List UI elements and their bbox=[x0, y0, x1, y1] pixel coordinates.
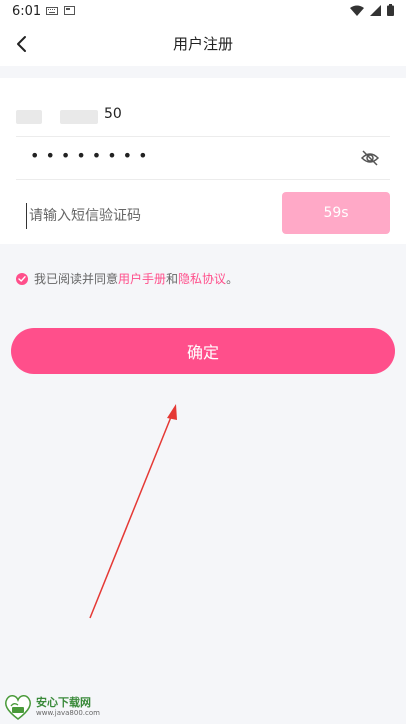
watermark-url: www.java800.com bbox=[36, 708, 100, 717]
redaction-block bbox=[16, 110, 42, 124]
signal-icon bbox=[370, 4, 381, 16]
registration-form: 50 •••••••• 59s bbox=[0, 78, 406, 244]
phone-field[interactable]: 50 bbox=[16, 94, 390, 137]
privacy-policy-link[interactable]: 隐私协议 bbox=[178, 270, 226, 287]
screenshot-icon bbox=[64, 6, 75, 15]
phone-redaction bbox=[16, 110, 116, 126]
watermark-title: 安心下载网 bbox=[36, 695, 91, 709]
status-bar: 6:01 bbox=[0, 0, 406, 22]
resend-countdown-button[interactable]: 59s bbox=[282, 192, 390, 234]
redaction-block bbox=[60, 110, 98, 124]
keyboard-icon bbox=[46, 6, 58, 15]
phone-value: 50 bbox=[104, 106, 122, 122]
watermark: 安心下载网 www.java800.com bbox=[4, 694, 100, 720]
watermark-logo bbox=[4, 694, 32, 720]
agreement-row: 我已阅读并同意 用户手册 和 隐私协议 。 bbox=[16, 270, 238, 287]
user-manual-link[interactable]: 用户手册 bbox=[118, 270, 166, 287]
watermark-text: 安心下载网 www.java800.com bbox=[36, 695, 100, 718]
status-left-icons bbox=[46, 6, 75, 15]
check-icon bbox=[18, 275, 26, 282]
sms-code-row: 59s bbox=[16, 179, 390, 244]
agreement-suffix: 。 bbox=[226, 272, 239, 286]
password-field[interactable]: •••••••• bbox=[16, 136, 390, 180]
status-right-icons bbox=[350, 4, 394, 16]
page-title: 用户注册 bbox=[172, 35, 233, 53]
agreement-and: 和 bbox=[166, 272, 179, 286]
password-value: •••••••• bbox=[30, 146, 154, 165]
agree-checkbox[interactable] bbox=[16, 272, 28, 285]
wifi-icon bbox=[350, 5, 364, 16]
confirm-button[interactable]: 确定 bbox=[11, 328, 395, 374]
eye-off-icon[interactable] bbox=[360, 148, 380, 168]
header-bar: 用户注册 bbox=[0, 22, 406, 66]
status-time: 6:01 bbox=[12, 4, 42, 19]
sms-code-input[interactable] bbox=[26, 203, 281, 229]
agreement-prefix: 我已阅读并同意 bbox=[34, 272, 119, 286]
battery-icon bbox=[387, 4, 394, 16]
